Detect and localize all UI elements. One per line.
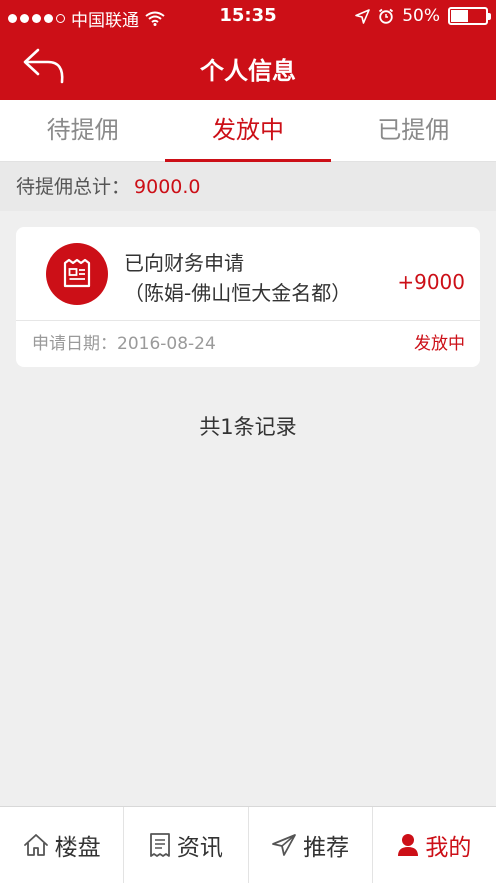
record-card[interactable]: 已向财务申请 （陈娟-佛山恒大金名都） +9000 申请日期：2016-08-2… [16, 227, 480, 367]
back-button[interactable] [22, 46, 68, 86]
tabbar-item-mine[interactable]: 我的 [371, 807, 496, 883]
nav-bar: 个人信息 [0, 34, 496, 100]
bottom-tab-bar: 楼盘 资讯 推荐 我的 [0, 806, 496, 883]
battery-percent: 50% [402, 6, 440, 26]
tabbar-label-news: 资讯 [176, 835, 223, 861]
tabbar-label-recommend: 推荐 [303, 835, 350, 861]
status-right: 50% [355, 6, 491, 26]
summary-value: 9000.0 [134, 176, 201, 198]
record-amount: +9000 [397, 270, 465, 294]
battery-icon [448, 7, 491, 25]
tab-withdrawn[interactable]: 已提佣 [331, 100, 496, 161]
summary-label: 待提佣总计： [16, 176, 131, 198]
back-arrow-icon [23, 48, 64, 84]
record-card-footer: 申请日期：2016-08-24 发放中 [16, 322, 480, 367]
page-title: 个人信息 [200, 57, 296, 85]
user-icon [398, 834, 419, 856]
record-date-label: 申请日期： [32, 334, 117, 354]
record-status: 发放中 [414, 334, 465, 354]
news-icon [149, 833, 170, 857]
home-icon [23, 834, 48, 856]
record-date-wrap: 申请日期：2016-08-24 [32, 322, 216, 367]
document-icon [46, 243, 108, 305]
record-card-main: 已向财务申请 （陈娟-佛山恒大金名都） +9000 [16, 227, 480, 321]
record-date: 2016-08-24 [117, 334, 216, 354]
record-title: 已向财务申请 [124, 251, 244, 275]
header: 中国联通 15:35 50% 个人信息 [0, 0, 496, 100]
record-subtitle: （陈娟-佛山恒大金名都） [124, 281, 352, 305]
commission-summary: 待提佣总计： 9000.0 [0, 162, 496, 211]
tabbar-item-properties[interactable]: 楼盘 [0, 807, 123, 883]
alarm-icon [379, 8, 394, 24]
tabbar-label-properties: 楼盘 [54, 835, 101, 861]
tabbar-item-news[interactable]: 资讯 [123, 807, 247, 883]
app-root: 中国联通 15:35 50% 个人信息 待提佣 发放中 已提佣 待提佣总计： 9… [0, 0, 496, 883]
status-bar: 中国联通 15:35 50% [0, 0, 496, 34]
send-icon [272, 834, 297, 856]
tabbar-item-recommend[interactable]: 推荐 [247, 807, 372, 883]
tab-issuing[interactable]: 发放中 [165, 100, 331, 162]
record-count: 共1条记录 [199, 415, 297, 439]
tab-pending[interactable]: 待提佣 [0, 100, 165, 161]
tabbar-label-mine: 我的 [425, 835, 472, 861]
location-icon [355, 8, 371, 24]
tab-strip: 待提佣 发放中 已提佣 [0, 100, 496, 162]
